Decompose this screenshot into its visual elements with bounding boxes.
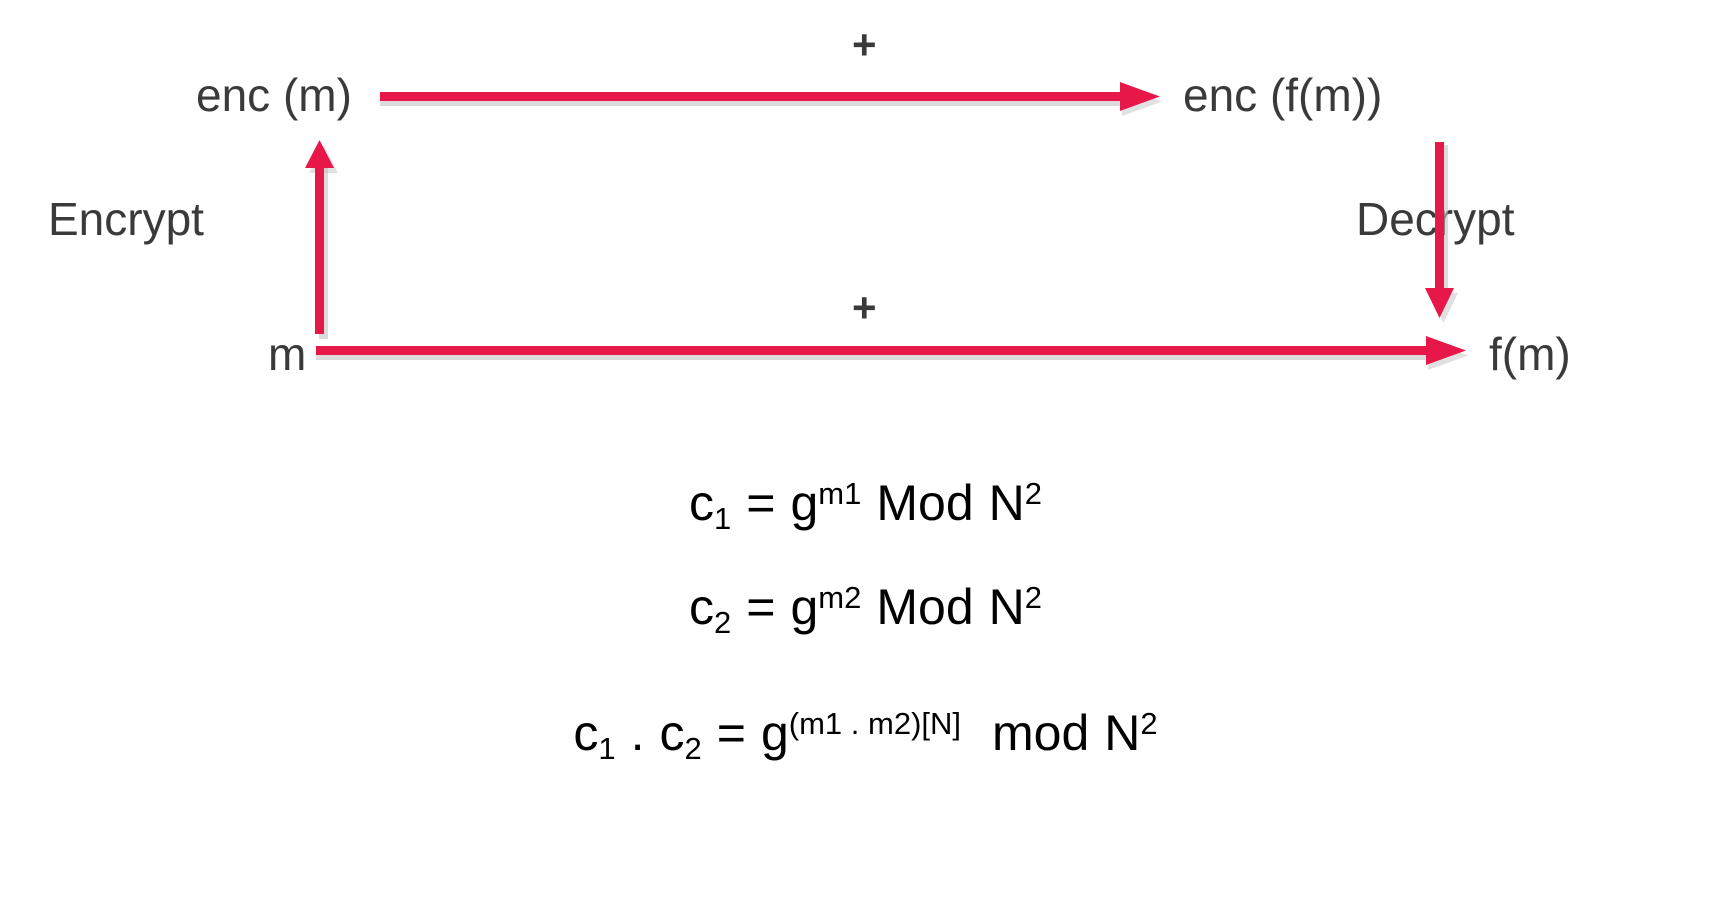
eq3-g-exponent: (m1 . m2)[N] — [788, 705, 962, 741]
arrow-top-horizontal — [380, 82, 1162, 116]
eq3-base: c — [573, 705, 599, 761]
eq2-g: g — [790, 579, 819, 635]
eq1-base: c — [689, 475, 715, 531]
edge-label-encrypt: Encrypt — [48, 193, 204, 245]
node-label-enc-m: enc (m) — [196, 69, 352, 121]
equation-c1-times-c2: c1. c2 = g(m1 . m2)[N] mod N2 — [0, 705, 1731, 764]
equation-c2: c2 = gm2 Mod N2 — [0, 579, 1731, 638]
eq3-base2-sub: 2 — [684, 730, 702, 766]
edge-label-top-plus: + — [852, 21, 877, 68]
node-label-m: m — [268, 328, 307, 380]
eq2-base-sub: 2 — [714, 604, 732, 640]
eq2-equals: = — [746, 579, 776, 635]
eq1-g-exponent: m1 — [818, 475, 862, 511]
eq3-n: N — [1104, 705, 1141, 761]
eq3-base2: c — [659, 705, 685, 761]
eq2-g-exponent: m2 — [818, 579, 862, 615]
arrow-bottom-horizontal — [316, 336, 1468, 370]
eq2-n-exponent: 2 — [1024, 579, 1042, 615]
eq3-base-sub: 1 — [598, 730, 616, 766]
eq2-mod: Mod — [876, 579, 974, 635]
eq2-base: c — [689, 579, 715, 635]
edge-label-bottom-plus: + — [852, 284, 877, 331]
eq1-g: g — [790, 475, 819, 531]
eq1-equals: = — [746, 475, 776, 531]
eq3-n-exponent: 2 — [1140, 705, 1158, 741]
node-label-enc-fm: enc (f(m)) — [1183, 69, 1383, 121]
arrow-right-vertical-down — [1425, 142, 1458, 323]
eq1-n-exponent: 2 — [1024, 475, 1042, 511]
eq3-g: g — [760, 705, 789, 761]
eq2-n: N — [988, 579, 1025, 635]
eq3-equals: = — [716, 705, 746, 761]
equation-c1: c1 = gm1 Mod N2 — [0, 475, 1731, 534]
eq1-n: N — [988, 475, 1025, 531]
node-label-fm: f(m) — [1489, 328, 1571, 380]
eq3-dot: . — [630, 705, 645, 761]
eq1-mod: Mod — [876, 475, 974, 531]
arrow-left-vertical-up — [305, 140, 338, 339]
eq1-base-sub: 1 — [714, 500, 732, 536]
diagram-canvas: enc (m) enc (f(m)) m f(m) + + Encrypt De… — [0, 0, 1731, 913]
eq3-mod: mod — [992, 705, 1090, 761]
